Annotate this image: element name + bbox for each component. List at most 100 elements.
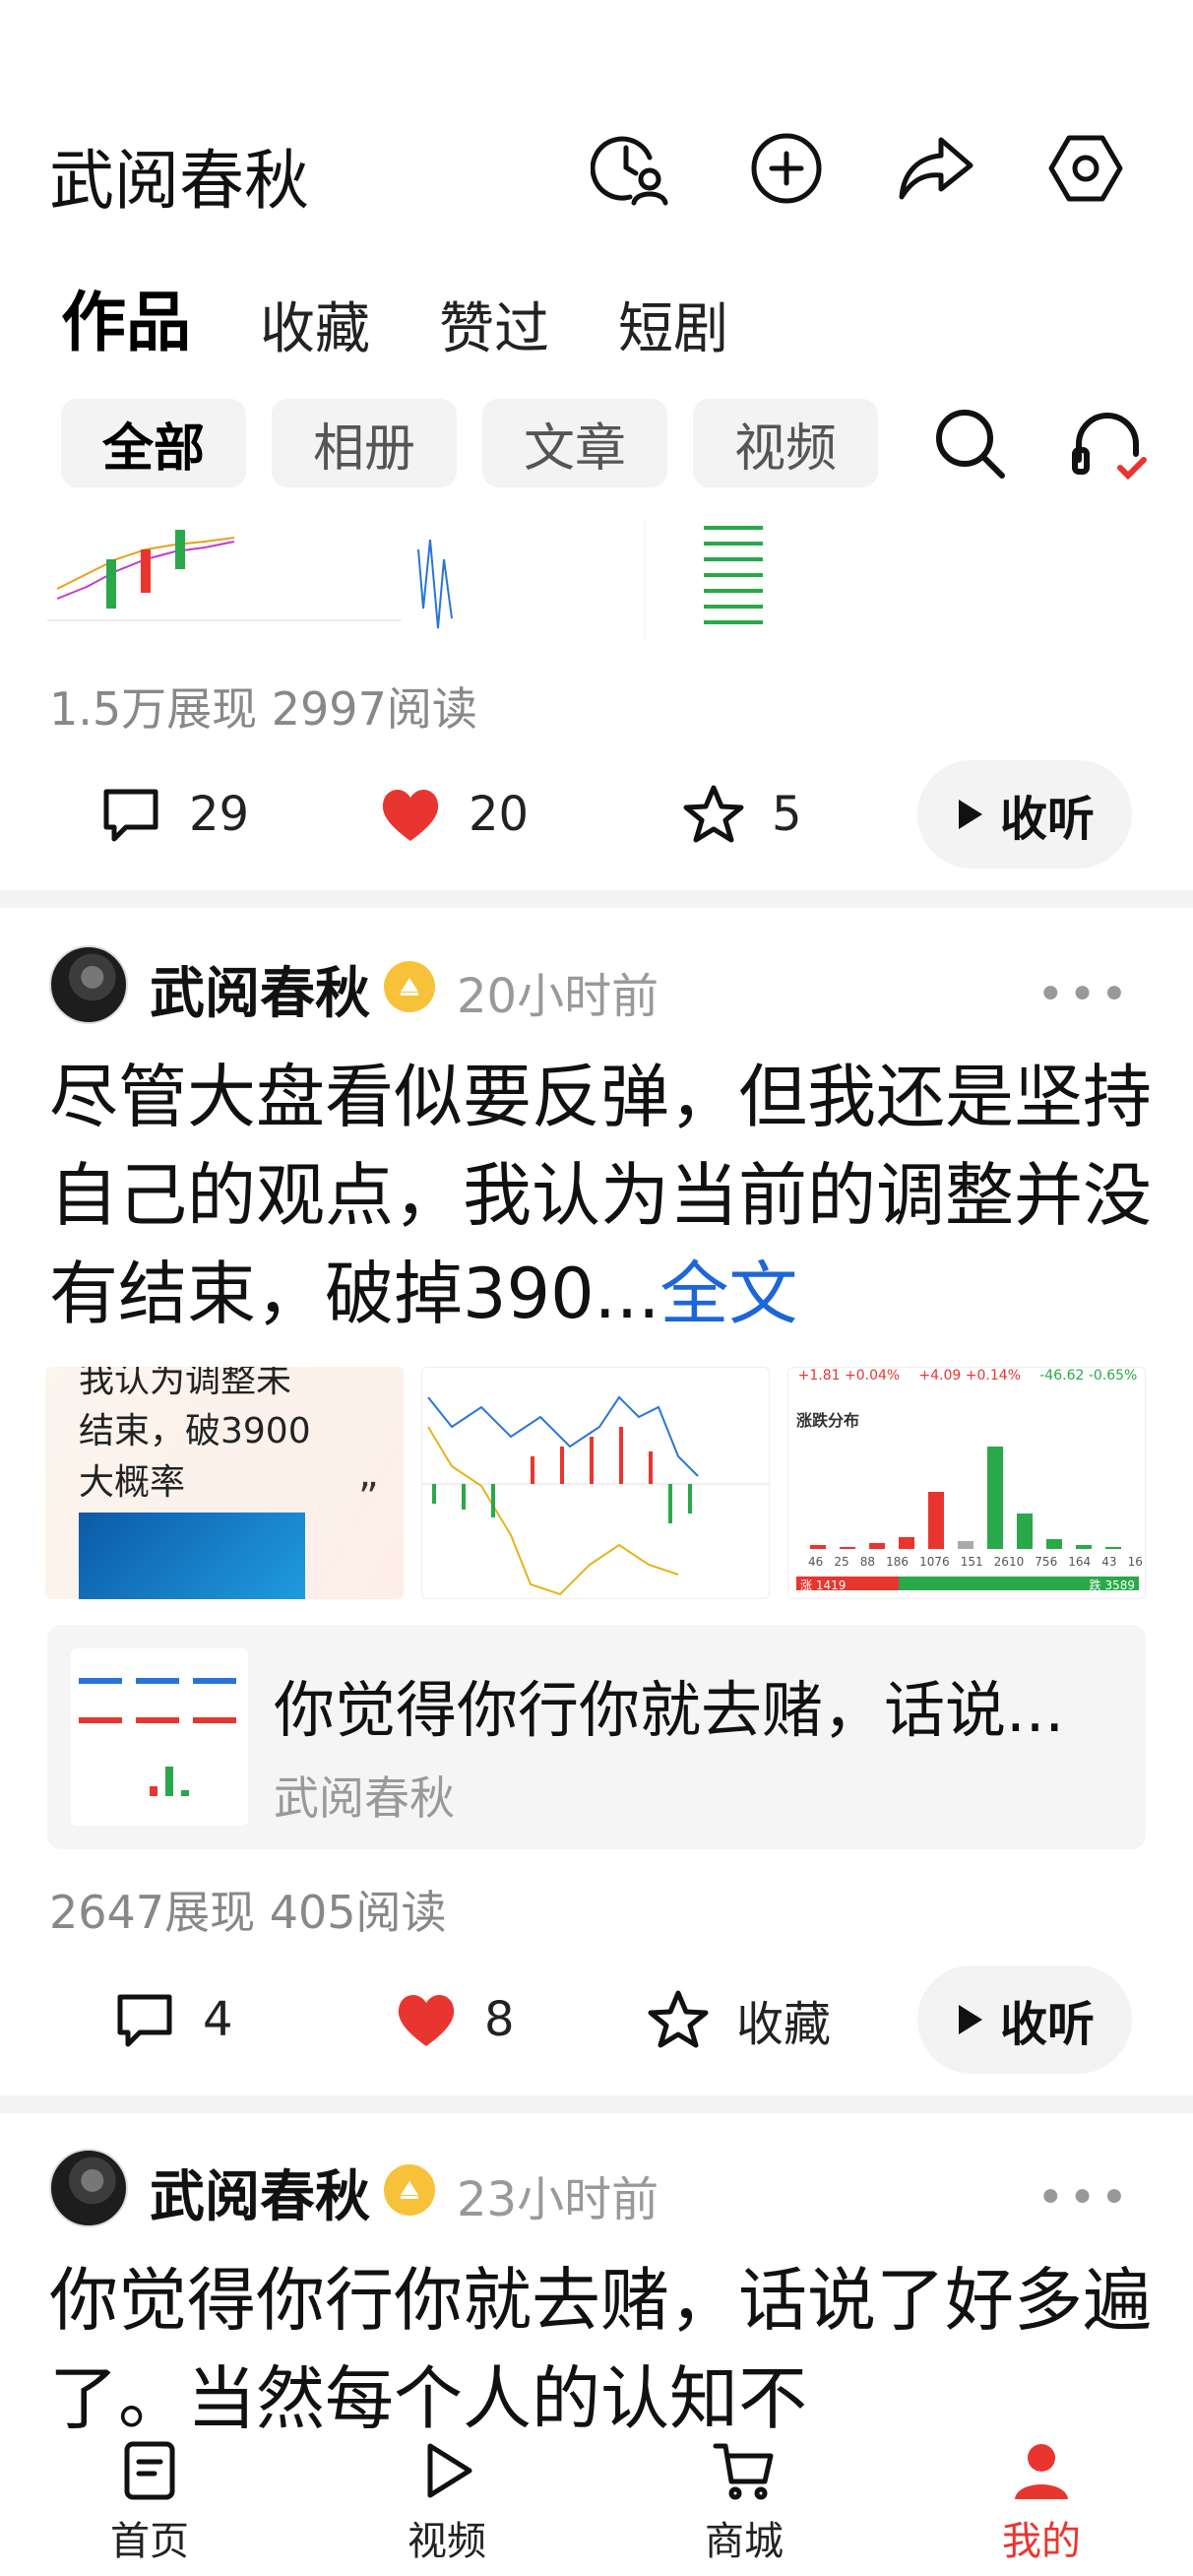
nav-mall[interactable]: 商城 xyxy=(665,2438,823,2576)
post2-comment-count: 4 xyxy=(203,1992,233,2047)
post1-comment-button[interactable]: 29 xyxy=(98,760,249,869)
post1-image-kline[interactable] xyxy=(47,520,402,640)
post2-image-distribution[interactable]: +1.81 +0.04% +4.09 +0.14% -46.62 -0.65% … xyxy=(787,1367,1146,1599)
post2-favorite-label: 收藏 xyxy=(736,1997,832,2052)
quote-line: 我认为调整未 xyxy=(79,1367,292,1400)
nav-video[interactable]: 视频 xyxy=(368,2438,526,2576)
post3-text-content: 你觉得你行你就去赌，话说了好多遍了。当然每个人的认知不 xyxy=(49,2260,1152,2428)
post2-listen-label: 收听 xyxy=(999,1997,1095,2052)
post2-like-count: 8 xyxy=(484,1992,515,2047)
more-icon[interactable]: ••• xyxy=(1036,2170,1132,2225)
dist-value: 186 xyxy=(886,1555,909,1569)
post2-shared-card[interactable]: 你觉得你行你就去赌，话说... 武阅春秋 xyxy=(47,1625,1146,1849)
nav-me[interactable]: 我的 xyxy=(963,2438,1120,2576)
comment-icon xyxy=(117,1994,172,2047)
post3-text[interactable]: 你觉得你行你就去赌，话说了好多遍了。当然每个人的认知不 xyxy=(49,2251,1152,2428)
headset-icon[interactable] xyxy=(1063,399,1152,487)
post1-image-timeline[interactable] xyxy=(408,520,773,640)
post2-image-chart[interactable] xyxy=(421,1367,770,1599)
dist-value: 46 xyxy=(808,1555,824,1569)
post1-like-count: 20 xyxy=(469,787,530,842)
post2-comment-button[interactable]: 4 xyxy=(112,1965,233,2074)
post2-text-content: 尽管大盘看似要反弹，但我还是坚持自己的观点，我认为当前的调整并没有结束，破掉39… xyxy=(49,1057,1152,1334)
chip-video[interactable]: 视频 xyxy=(693,399,878,487)
post2-favorite-button[interactable]: 收藏 xyxy=(646,1965,831,2074)
avatar[interactable] xyxy=(49,2149,128,2227)
home-doc-icon xyxy=(124,2441,175,2500)
play-small-icon xyxy=(958,2005,982,2034)
post2-author-row: 武阅春秋 20小时前 ••• xyxy=(49,945,1142,1028)
star-icon xyxy=(683,785,744,843)
dist-top-3: -46.62 -0.65% xyxy=(1039,1368,1138,1384)
settings-icon[interactable] xyxy=(1045,128,1126,209)
heart-filled-icon xyxy=(382,789,439,841)
more-icon[interactable]: ••• xyxy=(1036,967,1132,1022)
avatar[interactable] xyxy=(49,945,128,1024)
filter-chips: 全部 相册 文章 视频 xyxy=(61,399,878,487)
post2-image-quote[interactable]: 我认为调整未 结束，破3900 大概率 ” xyxy=(45,1367,404,1599)
tab-works[interactable]: 作品 xyxy=(61,270,191,364)
post-divider xyxy=(0,2095,1193,2113)
dist-value: 16 xyxy=(1127,1555,1143,1569)
chip-album[interactable]: 相册 xyxy=(272,399,457,487)
nav-me-label: 我的 xyxy=(1002,2519,1081,2564)
person-icon xyxy=(1015,2444,1068,2499)
post2-like-button[interactable]: 8 xyxy=(394,1965,515,2074)
shared-card-title: 你觉得你行你就去赌，话说... xyxy=(274,1674,1065,1746)
post1-favorite-button[interactable]: 5 xyxy=(681,760,802,869)
nav-home[interactable]: 首页 xyxy=(71,2438,228,2576)
chip-all[interactable]: 全部 xyxy=(61,399,246,487)
verified-badge-icon xyxy=(384,2164,435,2216)
dist-value: 756 xyxy=(1035,1555,1058,1569)
post-divider xyxy=(0,890,1193,908)
dist-value: 1076 xyxy=(919,1555,950,1569)
post1-favorite-count: 5 xyxy=(772,787,802,842)
tab-short-drama[interactable]: 短剧 xyxy=(618,285,728,364)
post2-text[interactable]: 尽管大盘看似要反弹，但我还是坚持自己的观点，我认为当前的调整并没有结束，破掉39… xyxy=(49,1048,1152,1343)
post2-listen-button[interactable]: 收听 xyxy=(917,1965,1132,2074)
history-user-icon[interactable] xyxy=(590,128,671,209)
dist-down-bar: 跌 3589 xyxy=(899,1577,1139,1592)
search-icon[interactable] xyxy=(925,399,1014,487)
post1-like-button[interactable]: 20 xyxy=(378,760,529,869)
nav-mall-label: 商城 xyxy=(705,2519,784,2564)
post2-actions: 4 8 收藏 收听 xyxy=(0,1965,1193,2074)
content-tabs: 作品 收藏 赞过 短剧 xyxy=(61,285,728,364)
verified-badge-icon xyxy=(384,961,435,1012)
share-icon[interactable] xyxy=(896,128,976,209)
post2-time: 20小时前 xyxy=(457,969,659,1024)
quote-mark-icon: ” xyxy=(358,1475,379,1520)
post3-time: 23小时前 xyxy=(457,2172,659,2227)
post1-stats: 1.5万展现 2997阅读 xyxy=(49,682,477,736)
bottom-navigation: 首页 视频 商城 我的 xyxy=(0,2428,1193,2576)
nav-home-label: 首页 xyxy=(110,2519,189,2564)
quote-line: 大概率 xyxy=(79,1462,186,1503)
quote-image xyxy=(79,1513,305,1599)
dist-value: 88 xyxy=(859,1555,875,1569)
post3-author[interactable]: 武阅春秋 xyxy=(150,2153,370,2232)
cart-icon xyxy=(713,2443,774,2500)
dist-value: 25 xyxy=(834,1555,849,1569)
post2-full-link[interactable]: 全文 xyxy=(659,1254,797,1334)
play-icon xyxy=(427,2443,472,2498)
dist-value: 164 xyxy=(1068,1555,1092,1569)
quote-line: 结束，破3900 xyxy=(79,1411,311,1451)
tab-liked[interactable]: 赞过 xyxy=(439,285,549,364)
post1-actions: 29 20 5 收听 xyxy=(0,760,1193,869)
add-icon[interactable] xyxy=(746,128,827,209)
dist-top-2: +4.09 +0.14% xyxy=(918,1368,1021,1384)
post2-author[interactable]: 武阅春秋 xyxy=(150,949,370,1029)
shared-card-thumbnail xyxy=(71,1648,248,1826)
post1-listen-button[interactable]: 收听 xyxy=(917,760,1132,869)
dist-top-1: +1.81 +0.04% xyxy=(797,1368,901,1384)
post1-comment-count: 29 xyxy=(189,787,250,842)
chip-article[interactable]: 文章 xyxy=(482,399,667,487)
shared-card-author: 武阅春秋 xyxy=(274,1771,455,1825)
dist-up-bar: 涨 1419 xyxy=(796,1577,900,1592)
tab-favorites[interactable]: 收藏 xyxy=(260,285,370,364)
post2-stats: 2647展现 405阅读 xyxy=(49,1886,447,1939)
heart-filled-icon xyxy=(398,1994,455,2046)
dist-value: 2610 xyxy=(993,1555,1025,1569)
play-small-icon xyxy=(958,800,982,829)
profile-header: 武阅春秋 xyxy=(0,0,1193,256)
